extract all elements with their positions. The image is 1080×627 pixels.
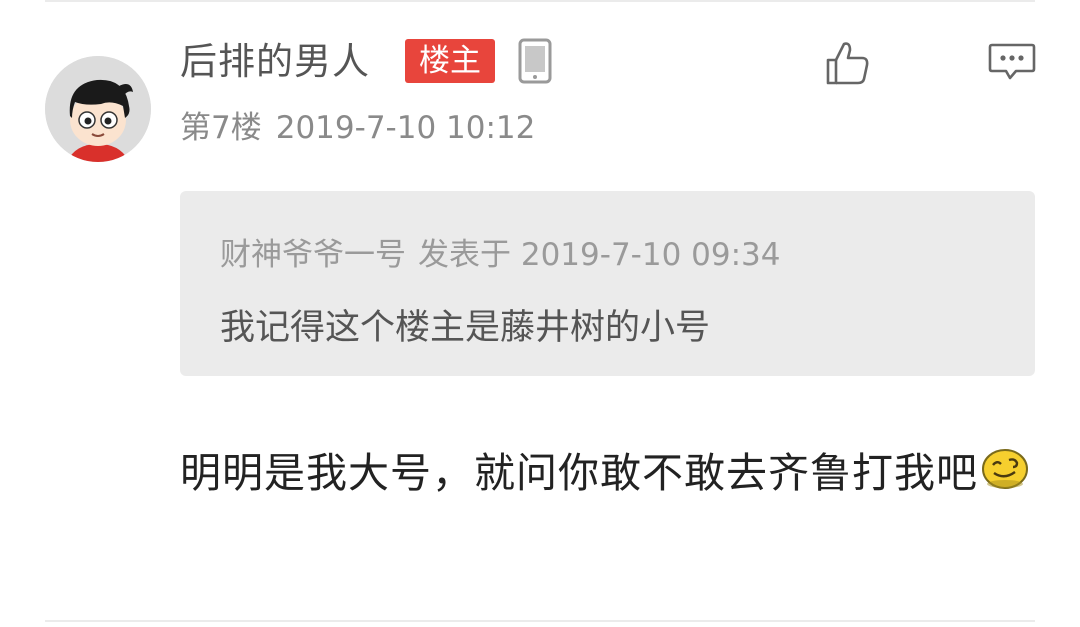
quote-text: 我记得这个楼主是藤井树的小号 bbox=[220, 308, 711, 348]
avatar[interactable] bbox=[45, 56, 151, 162]
quoted-reply: 财神爷爷一号 发表于 2019-7-10 09:34 我记得这个楼主是藤井树的小号 bbox=[180, 191, 1035, 376]
bottom-divider bbox=[45, 620, 1035, 622]
quote-author: 财神爷爷一号 bbox=[220, 237, 406, 273]
mobile-phone-icon bbox=[517, 38, 553, 88]
comment-icon bbox=[988, 43, 1036, 80]
post-content: 明明是我大号，就问你敢不敢去齐鲁打我吧 bbox=[180, 440, 1040, 509]
floor-number: 第7楼 bbox=[180, 110, 262, 146]
post-meta: 第7楼 2019-7-10 10:12 bbox=[180, 108, 535, 148]
op-badge: 楼主 bbox=[405, 39, 495, 83]
top-divider bbox=[45, 0, 1035, 2]
quote-meta: 财神爷爷一号 发表于 2019-7-10 09:34 bbox=[220, 235, 780, 275]
post-body-text: 明明是我大号，就问你敢不敢去齐鲁打我吧 bbox=[180, 449, 978, 497]
reply-button[interactable] bbox=[988, 42, 1036, 82]
thumbs-up-icon bbox=[826, 42, 869, 85]
quote-posted-label: 发表于 bbox=[418, 237, 511, 273]
wink-emoji-icon bbox=[980, 443, 1030, 509]
username[interactable]: 后排的男人 bbox=[180, 38, 370, 86]
like-button[interactable] bbox=[822, 38, 872, 88]
quote-time: 2019-7-10 09:34 bbox=[520, 237, 781, 273]
post-timestamp: 2019-7-10 10:12 bbox=[275, 110, 536, 146]
avatar-cartoon-face bbox=[45, 56, 151, 162]
